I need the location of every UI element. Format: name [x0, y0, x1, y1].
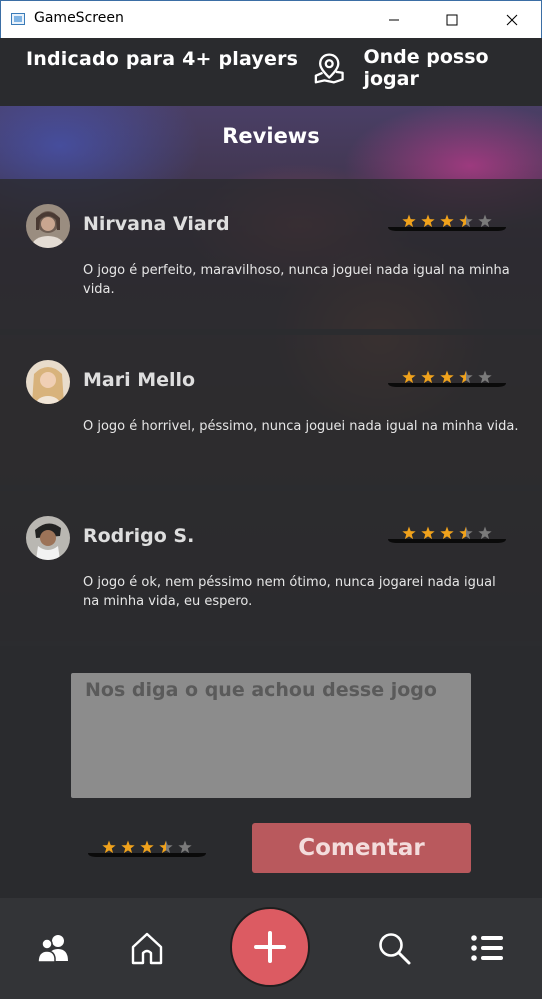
star-icon	[478, 214, 492, 228]
comment-placeholder: Nos diga o que achou desse jogo	[85, 679, 437, 701]
review-card: Nirvana Viard O jogo é perfeito, maravil…	[0, 179, 542, 329]
game-info-bar: Indicado para 4+ players Onde posso joga…	[0, 38, 542, 106]
reviewer-name: Mari Mello	[83, 369, 196, 391]
review-text: O jogo é ok, nem péssimo nem ótimo, nunc…	[83, 575, 496, 609]
star-icon	[421, 370, 435, 384]
rating-base	[388, 383, 506, 387]
avatar	[26, 516, 70, 560]
close-icon	[506, 14, 518, 26]
star-icon	[140, 840, 154, 854]
add-button[interactable]	[230, 907, 310, 987]
star-icon	[459, 526, 473, 540]
avatar	[26, 204, 70, 248]
close-button[interactable]	[483, 1, 541, 39]
comment-rating-stars[interactable]	[88, 838, 206, 858]
rating-base	[88, 853, 206, 857]
nav-list-button[interactable]	[467, 928, 507, 968]
list-icon	[471, 935, 503, 961]
star-icon	[402, 526, 416, 540]
rating-stars	[388, 370, 506, 387]
players-recommendation: Indicado para 4+ players	[26, 48, 299, 70]
review-text: O jogo é perfeito, maravilhoso, nunca jo…	[83, 263, 510, 297]
star-icon	[402, 214, 416, 228]
star-icon	[421, 214, 435, 228]
maximize-icon	[446, 14, 458, 26]
rating-stars	[388, 526, 506, 543]
review-divider	[0, 641, 542, 646]
window-title: GameScreen	[34, 10, 124, 26]
star-icon	[121, 840, 135, 854]
home-icon	[131, 932, 163, 965]
avatar	[26, 360, 70, 404]
star-icon	[178, 840, 192, 854]
nav-home-button[interactable]	[127, 928, 167, 968]
star-icon	[159, 840, 173, 854]
star-icon	[478, 370, 492, 384]
star-icon	[478, 526, 492, 540]
review-text: O jogo é horrivel, péssimo, nunca joguei…	[83, 419, 519, 434]
reviewer-name: Rodrigo S.	[83, 525, 195, 547]
minimize-button[interactable]	[365, 1, 423, 39]
search-icon	[379, 933, 411, 965]
review-card: Mari Mello O jogo é horrivel, péssimo, n…	[0, 335, 542, 485]
star-icon	[440, 526, 454, 540]
where-to-play-label: Onde posso jogar	[363, 46, 489, 90]
star-icon	[459, 214, 473, 228]
reviewer-name: Nirvana Viard	[83, 213, 230, 235]
where-to-play-link[interactable]: Onde posso jogar	[313, 46, 542, 90]
rating-base	[388, 227, 506, 231]
rating-stars	[388, 214, 506, 231]
review-card: Rodrigo S. O jogo é ok, nem péssimo nem …	[0, 491, 542, 641]
app-window-icon	[11, 13, 25, 25]
minimize-icon	[389, 19, 399, 21]
window-titlebar: GameScreen	[0, 0, 542, 38]
users-icon	[37, 935, 68, 963]
reviews-section: Reviews Nirvana Viard O jogo é perfeito,…	[0, 106, 542, 646]
star-icon	[440, 214, 454, 228]
plus-icon	[254, 931, 286, 963]
star-icon	[459, 370, 473, 384]
map-pin-icon	[314, 53, 344, 84]
star-icon	[421, 526, 435, 540]
star-icon	[402, 370, 416, 384]
comment-button[interactable]: Comentar	[252, 823, 471, 873]
maximize-button[interactable]	[423, 1, 481, 39]
reviews-title: Reviews	[222, 124, 320, 148]
rating-base	[388, 539, 506, 543]
nav-users-button[interactable]	[34, 928, 74, 968]
comment-input[interactable]: Nos diga o que achou desse jogo	[71, 673, 471, 798]
star-icon	[102, 840, 116, 854]
star-icon	[440, 370, 454, 384]
nav-search-button[interactable]	[374, 928, 414, 968]
